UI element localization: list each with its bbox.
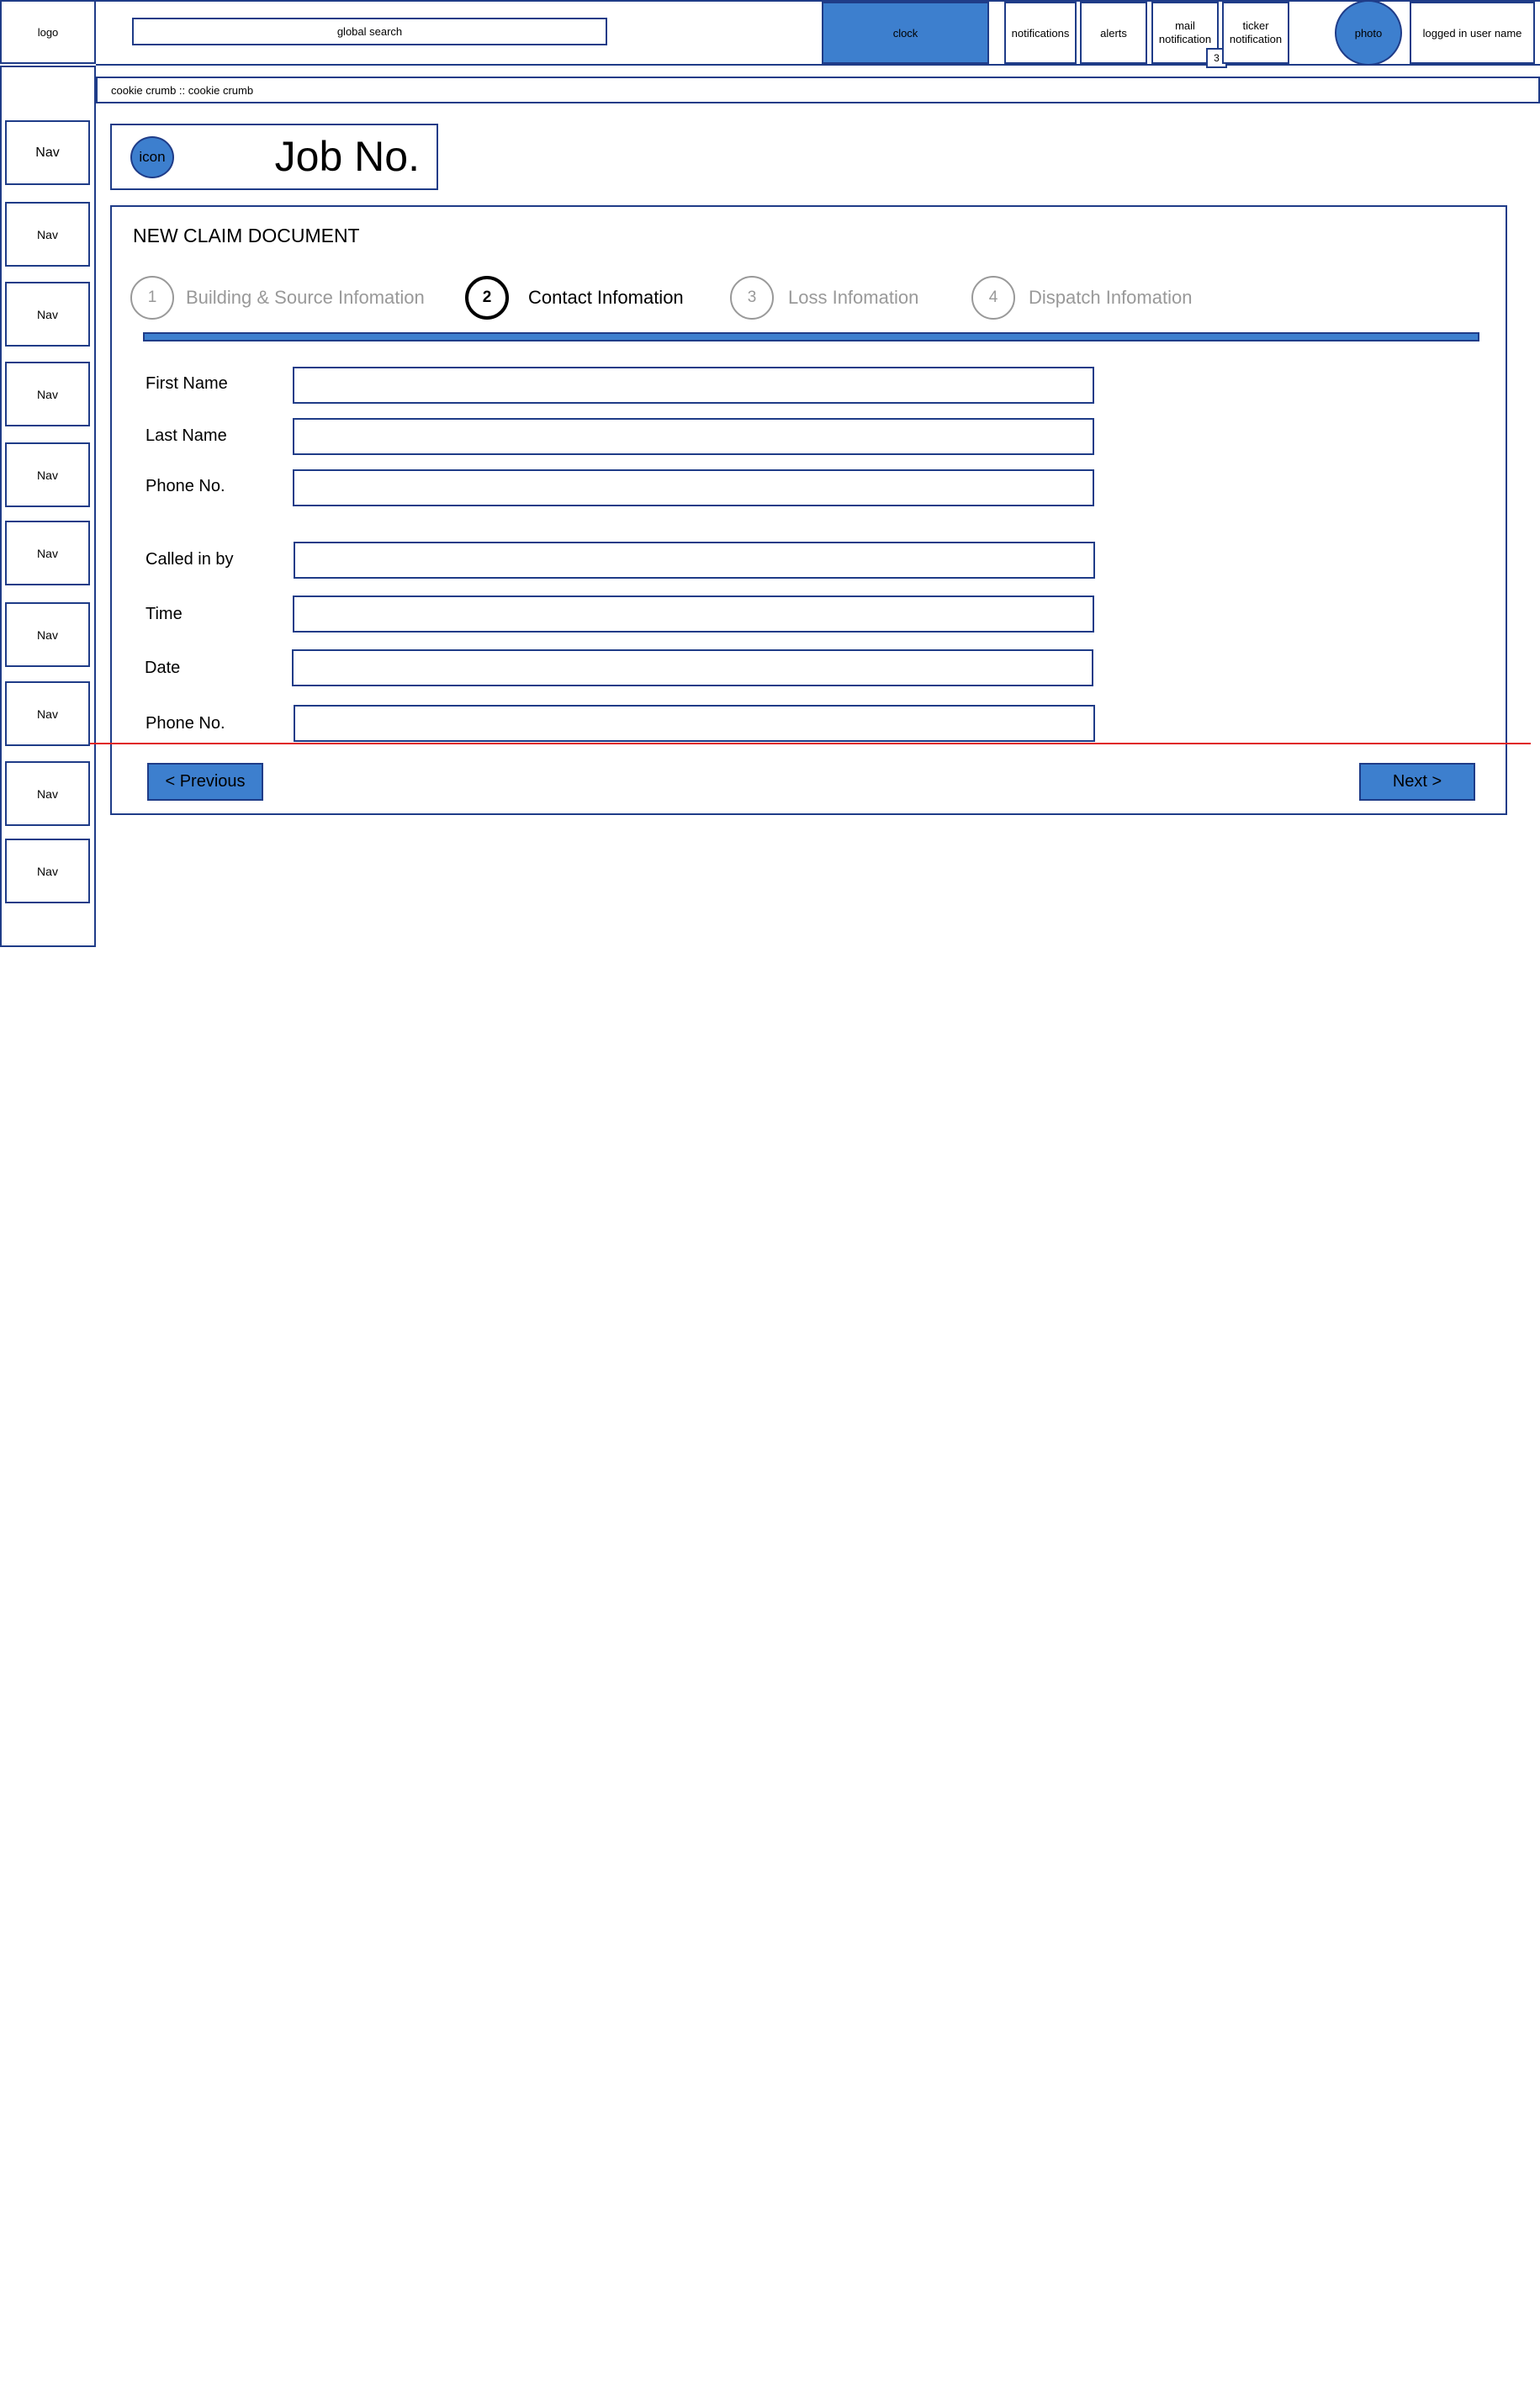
ticker-notification-label-2: notification (1229, 33, 1283, 45)
sidebar-nav-item[interactable]: Nav (5, 681, 90, 746)
last-name-label: Last Name (146, 426, 227, 445)
date-label: Date (145, 659, 181, 677)
step-4-circle[interactable]: 4 (971, 276, 1015, 320)
form-title: NEW CLAIM DOCUMENT (133, 225, 360, 246)
sidebar-nav-item[interactable]: Nav (5, 202, 90, 267)
first-name-label: First Name (146, 374, 228, 393)
caller-phone-number-input[interactable] (294, 705, 1095, 742)
step-1-circle[interactable]: 1 (130, 276, 174, 320)
notifications-button[interactable]: notifications (1004, 2, 1077, 64)
step-1-label[interactable]: Building & Source Infomation (186, 287, 425, 309)
step-3-circle[interactable]: 3 (730, 276, 774, 320)
sidebar-nav-item[interactable]: Nav (5, 839, 90, 903)
mail-notification-label-1: mail (1175, 19, 1195, 32)
logo[interactable]: logo (0, 0, 96, 64)
job-title: Job No. (274, 133, 420, 180)
clock: clock (822, 2, 989, 64)
called-in-by-input[interactable] (294, 542, 1095, 579)
step-3-label[interactable]: Loss Infomation (788, 287, 918, 309)
called-in-by-label: Called in by (146, 550, 234, 569)
sidebar-nav-item[interactable]: Nav (5, 521, 90, 585)
sidebar-nav-item[interactable]: Nav (5, 761, 90, 826)
step-2-label[interactable]: Contact Infomation (528, 287, 684, 309)
sidebar-nav-item[interactable]: Nav (5, 282, 90, 347)
breadcrumb: cookie crumb :: cookie crumb (96, 77, 1540, 103)
alerts-button[interactable]: alerts (1080, 2, 1147, 64)
sidebar-nav-item[interactable]: Nav (5, 362, 90, 426)
step-4-label[interactable]: Dispatch Infomation (1029, 287, 1192, 309)
phone-number-input[interactable] (293, 469, 1094, 506)
step-progress-bar (143, 332, 1479, 341)
mail-notification-label-2: notification (1158, 33, 1212, 45)
sidebar-nav-item[interactable]: Nav (5, 602, 90, 667)
next-button[interactable]: Next > (1359, 763, 1475, 801)
last-name-input[interactable] (293, 418, 1094, 455)
time-label: Time (146, 605, 183, 623)
phone-number-label: Phone No. (146, 477, 225, 495)
ticker-notification-button[interactable]: ticker notification (1222, 2, 1289, 64)
user-name[interactable]: logged in user name (1410, 2, 1535, 64)
global-search[interactable]: global search (132, 18, 607, 45)
job-header: icon Job No. (110, 124, 438, 190)
caller-phone-number-label: Phone No. (146, 714, 225, 733)
user-photo[interactable]: photo (1335, 0, 1402, 66)
step-2-circle[interactable]: 2 (465, 276, 509, 320)
ticker-notification-label-1: ticker (1242, 19, 1269, 32)
time-input[interactable] (293, 596, 1094, 633)
sidebar-nav-item[interactable]: Nav (5, 442, 90, 507)
job-icon: icon (130, 136, 174, 178)
date-input[interactable] (292, 649, 1093, 686)
guide-line (90, 743, 1531, 744)
previous-button[interactable]: < Previous (147, 763, 263, 801)
breadcrumb-text[interactable]: cookie crumb :: cookie crumb (111, 84, 253, 97)
sidebar-nav-item[interactable]: Nav (5, 120, 90, 185)
first-name-input[interactable] (293, 367, 1094, 404)
